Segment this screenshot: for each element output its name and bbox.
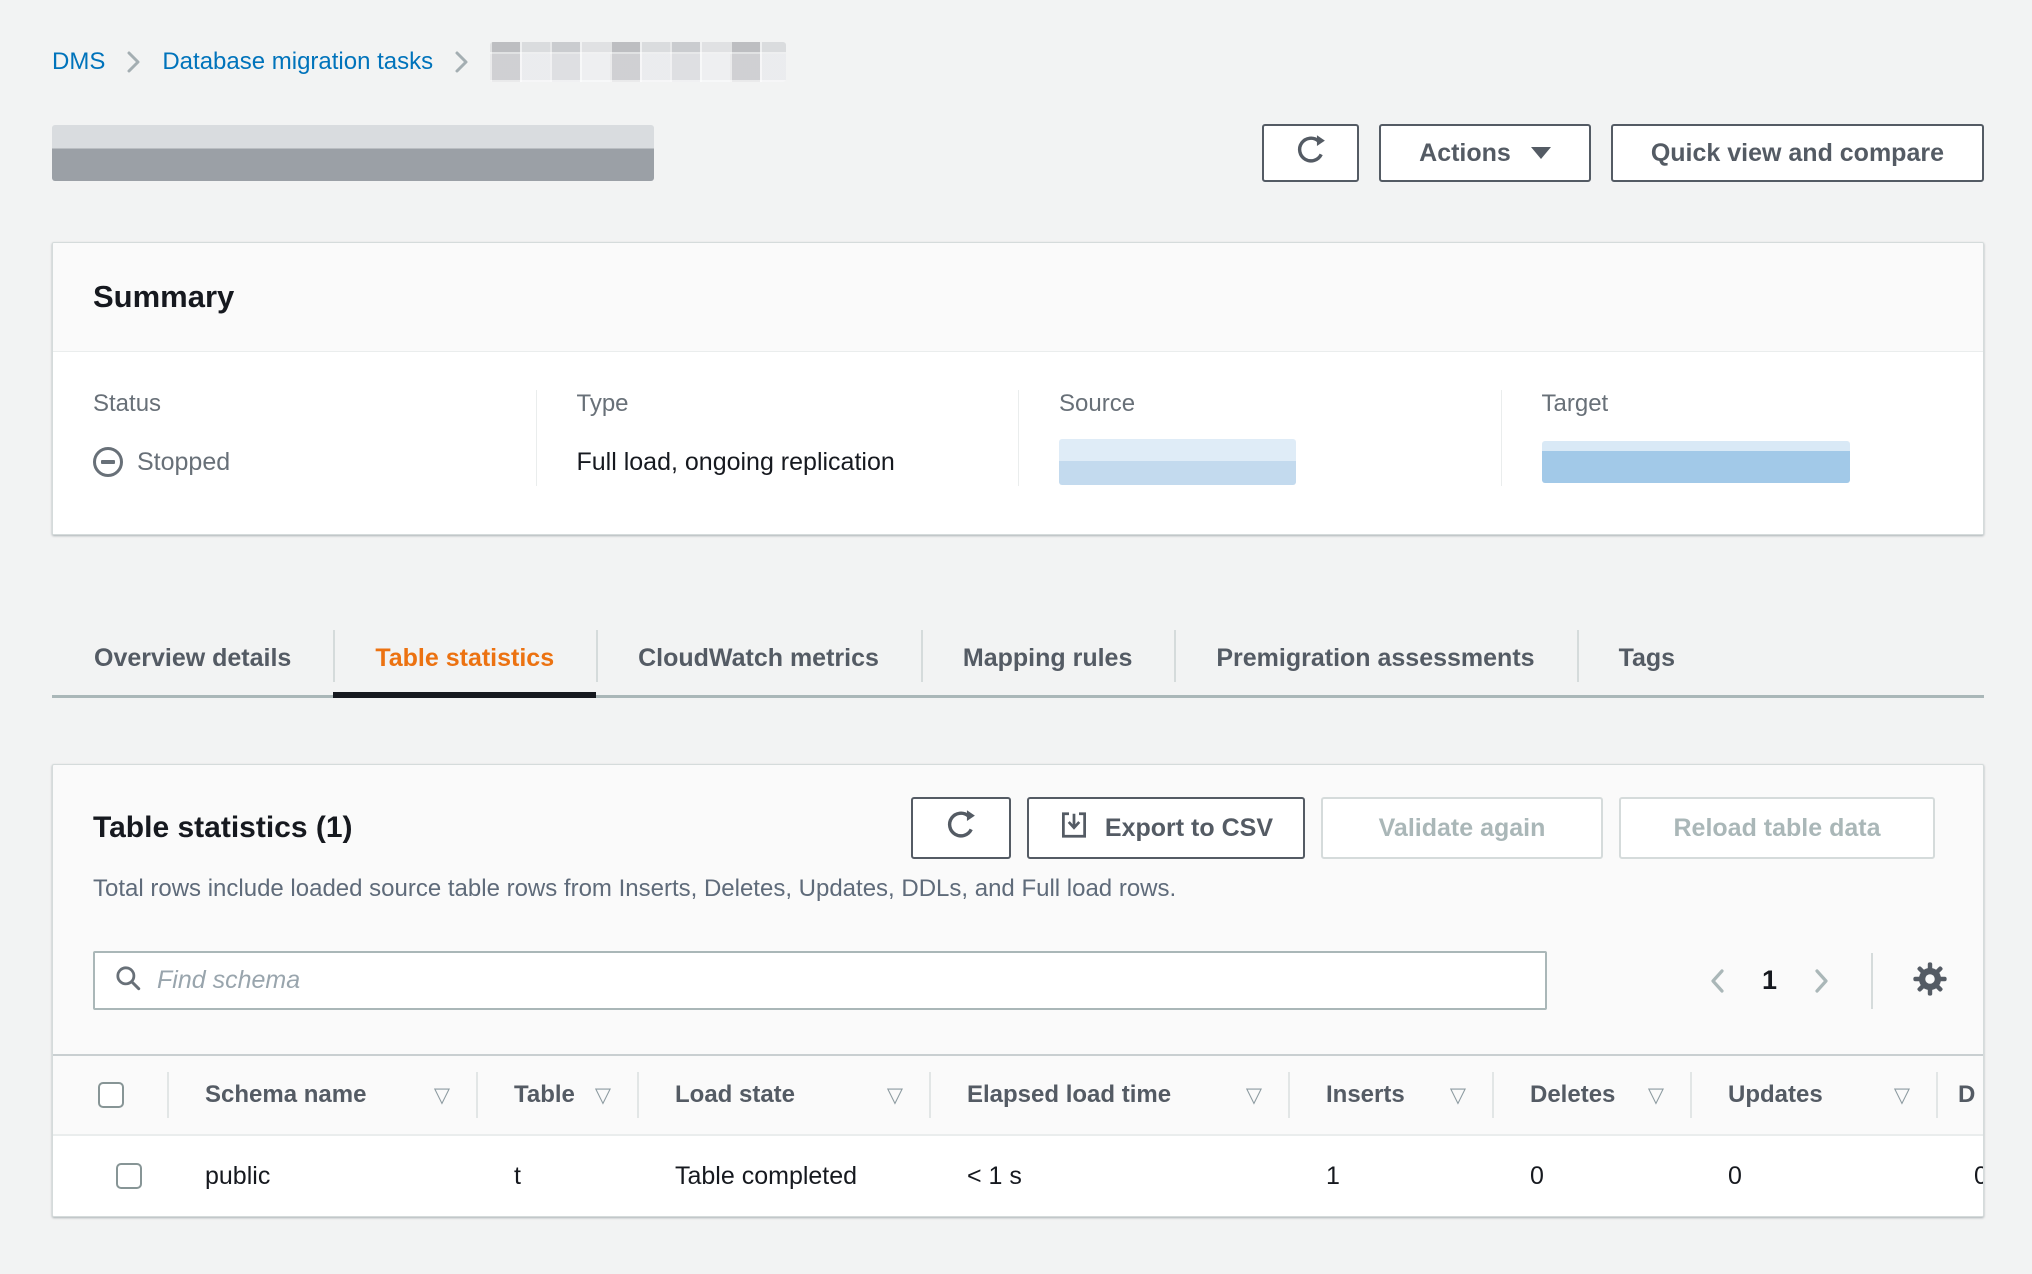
- task-name-redacted: [52, 125, 654, 181]
- search-icon: [113, 963, 143, 998]
- column-header-table[interactable]: Table ▽: [478, 1056, 639, 1134]
- cell-schema-name: public: [169, 1162, 478, 1191]
- tab-overview-details[interactable]: Overview details: [52, 621, 333, 695]
- refresh-icon: [944, 808, 978, 849]
- summary-source: Source: [1018, 390, 1501, 486]
- breadcrumb-current-redacted: [490, 42, 786, 82]
- refresh-icon: [1294, 133, 1328, 174]
- header-buttons: Actions Quick view and compare: [1262, 124, 1984, 182]
- table-statistics-panel: Table statistics (1): [52, 764, 1984, 1217]
- summary-body: Status Stopped Type Full load, ongoing r…: [53, 352, 1983, 534]
- chevron-right-icon: [453, 49, 470, 75]
- quick-view-compare-button[interactable]: Quick view and compare: [1611, 124, 1984, 182]
- export-to-csv-button[interactable]: Export to CSV: [1027, 797, 1305, 859]
- gear-icon: [1911, 960, 1949, 1001]
- chevron-right-icon: [125, 49, 142, 75]
- cell-deletes: 0: [1494, 1162, 1692, 1191]
- filter-row: 1: [53, 903, 1983, 1010]
- table-statistics-header: Table statistics (1): [53, 765, 1983, 859]
- table-header-row: Schema name ▽ Table ▽ Load state ▽ Elaps…: [53, 1056, 1983, 1134]
- column-header-ddls-clipped[interactable]: D: [1938, 1056, 1983, 1134]
- page: DMS Database migration tasks Actions: [0, 0, 2032, 1217]
- sort-icon[interactable]: ▽: [595, 1083, 611, 1108]
- column-header-load-state[interactable]: Load state ▽: [639, 1056, 931, 1134]
- cell-elapsed-load-time: < 1 s: [931, 1162, 1290, 1191]
- cell-inserts: 1: [1290, 1162, 1494, 1191]
- breadcrumb-dms[interactable]: DMS: [52, 48, 105, 76]
- sort-icon[interactable]: ▽: [887, 1083, 903, 1108]
- pagination-divider: [1871, 953, 1873, 1009]
- refresh-button[interactable]: [1262, 124, 1359, 182]
- column-header-deletes[interactable]: Deletes ▽: [1494, 1056, 1692, 1134]
- source-label: Source: [1059, 390, 1461, 418]
- cell-table: t: [478, 1162, 639, 1191]
- next-page-button[interactable]: [1811, 964, 1833, 998]
- actions-button[interactable]: Actions: [1379, 124, 1591, 182]
- column-header-elapsed-load-time[interactable]: Elapsed load time ▽: [931, 1056, 1290, 1134]
- sort-icon[interactable]: ▽: [434, 1083, 450, 1108]
- table-settings-button[interactable]: [1911, 960, 1949, 1001]
- summary-target: Target: [1501, 390, 1984, 486]
- tab-cloudwatch-metrics[interactable]: CloudWatch metrics: [596, 621, 921, 695]
- status-value: Stopped: [93, 438, 496, 486]
- column-header-schema-name[interactable]: Schema name ▽: [169, 1056, 478, 1134]
- stopped-status-icon: [93, 447, 123, 477]
- select-all-cell: [53, 1056, 169, 1134]
- summary-type: Type Full load, ongoing replication: [536, 390, 1019, 486]
- validate-again-button[interactable]: Validate again: [1321, 797, 1603, 859]
- target-link-redacted[interactable]: [1542, 441, 1850, 483]
- previous-page-button[interactable]: [1706, 964, 1728, 998]
- cell-updates: 0: [1692, 1162, 1938, 1191]
- target-label: Target: [1542, 390, 1944, 418]
- type-value: Full load, ongoing replication: [577, 438, 979, 486]
- tab-table-statistics[interactable]: Table statistics: [333, 621, 596, 695]
- status-label: Status: [93, 390, 496, 418]
- select-all-checkbox[interactable]: [98, 1082, 124, 1108]
- tab-premigration-assessments[interactable]: Premigration assessments: [1174, 621, 1576, 695]
- table-statistics-buttons: Export to CSV Validate again Reload tabl…: [911, 797, 1935, 859]
- search-input[interactable]: [157, 966, 1527, 995]
- source-link-redacted[interactable]: [1059, 439, 1296, 485]
- sort-icon[interactable]: ▽: [1246, 1083, 1262, 1108]
- reload-table-data-button[interactable]: Reload table data: [1619, 797, 1935, 859]
- detail-tabs: Overview details Table statistics CloudW…: [52, 621, 1984, 698]
- current-page-number[interactable]: 1: [1762, 965, 1777, 996]
- type-label: Type: [577, 390, 979, 418]
- export-download-icon: [1059, 810, 1089, 847]
- sort-icon[interactable]: ▽: [1894, 1083, 1910, 1108]
- table-row: public t Table completed < 1 s 1 0 0 0: [53, 1134, 1983, 1216]
- statistics-table: Schema name ▽ Table ▽ Load state ▽ Elaps…: [53, 1054, 1983, 1216]
- actions-label: Actions: [1419, 139, 1511, 168]
- row-checkbox[interactable]: [116, 1163, 142, 1189]
- summary-status: Status Stopped: [53, 390, 536, 486]
- chevron-down-icon: [1531, 147, 1551, 159]
- breadcrumb: DMS Database migration tasks: [52, 0, 1984, 82]
- column-header-updates[interactable]: Updates ▽: [1692, 1056, 1938, 1134]
- sort-icon[interactable]: ▽: [1648, 1083, 1664, 1108]
- cell-load-state: Table completed: [639, 1162, 931, 1191]
- sort-icon[interactable]: ▽: [1450, 1083, 1466, 1108]
- row-select-cell: [53, 1163, 169, 1189]
- breadcrumb-tasks[interactable]: Database migration tasks: [162, 48, 433, 76]
- schema-search: [93, 951, 1547, 1010]
- table-statistics-description: Total rows include loaded source table r…: [53, 859, 1983, 903]
- pagination: 1: [1706, 953, 1949, 1009]
- cell-ddls-clipped: 0: [1938, 1162, 1984, 1191]
- summary-title: Summary: [53, 243, 1983, 352]
- tab-tags[interactable]: Tags: [1577, 621, 1718, 695]
- tab-mapping-rules[interactable]: Mapping rules: [921, 621, 1174, 695]
- page-header: Actions Quick view and compare: [52, 124, 1984, 182]
- table-statistics-title: Table statistics (1): [93, 811, 353, 845]
- summary-panel: Summary Status Stopped Type Full load, o…: [52, 242, 1984, 535]
- table-refresh-button[interactable]: [911, 797, 1011, 859]
- column-header-inserts[interactable]: Inserts ▽: [1290, 1056, 1494, 1134]
